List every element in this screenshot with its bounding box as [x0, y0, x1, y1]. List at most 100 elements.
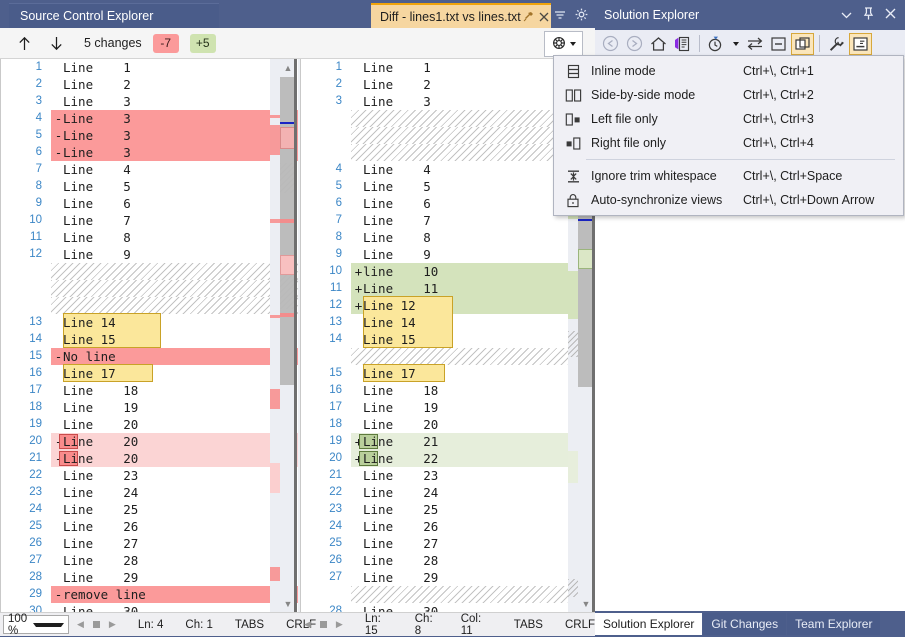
code-row[interactable]: 7Line 4	[1, 161, 298, 178]
menu-item-ignore-trim-whitespace[interactable]: Ignore trim whitespaceCtrl+\, Ctrl+Space	[554, 164, 903, 188]
code-row[interactable]: 20-Line 20	[1, 433, 298, 450]
menu-item-left-file-only[interactable]: Left file onlyCtrl+\, Ctrl+3	[554, 107, 903, 131]
show-all-files-icon[interactable]	[791, 33, 814, 55]
code-row[interactable]: 4-Line 3	[1, 110, 298, 127]
code-row[interactable]: 17Line 19	[301, 399, 596, 416]
code-row[interactable]: 17Line 18	[1, 382, 298, 399]
close-icon[interactable]	[536, 9, 551, 25]
menu-item-inline-mode[interactable]: Inline modeCtrl+\, Ctrl+1	[554, 59, 903, 83]
code-row[interactable]: 30Line 30	[1, 603, 298, 612]
code-row[interactable]: 15-No line	[1, 348, 298, 365]
code-row[interactable]: 5Line 5	[301, 178, 596, 195]
chevron-down-icon[interactable]	[729, 33, 742, 55]
filler-row[interactable]	[1, 263, 298, 280]
se-tab-git-changes[interactable]: Git Changes	[703, 613, 786, 635]
back-icon[interactable]	[599, 33, 622, 55]
code-row[interactable]: 21-Line 20	[1, 450, 298, 467]
code-row[interactable]: 25Line 27	[301, 535, 596, 552]
code-row[interactable]: 2Line 2	[301, 76, 596, 93]
chevron-down-icon[interactable]	[841, 8, 852, 22]
scrollbar-thumb[interactable]	[93, 621, 100, 628]
code-row[interactable]: 6-Line 3	[1, 144, 298, 161]
filler-row[interactable]	[301, 348, 596, 365]
code-row[interactable]: 18Line 20	[301, 416, 596, 433]
pin-icon[interactable]	[863, 7, 874, 23]
code-row[interactable]: 16Line 18	[301, 382, 596, 399]
zoom-level-select[interactable]: 100 %	[3, 615, 69, 634]
code-row[interactable]: 7Line 7	[301, 212, 596, 229]
forward-icon[interactable]	[623, 33, 646, 55]
collapse-all-icon[interactable]	[767, 33, 790, 55]
code-row[interactable]: 26Line 27	[1, 535, 298, 552]
filler-row[interactable]	[301, 586, 596, 603]
code-row[interactable]: 27Line 29	[301, 569, 596, 586]
filler-row[interactable]	[1, 297, 298, 314]
close-icon[interactable]	[885, 8, 896, 22]
code-row[interactable]: 22Line 23	[1, 467, 298, 484]
left-overview-ruler[interactable]: ▲ ▼	[270, 59, 297, 612]
code-row[interactable]: 3Line 3	[1, 93, 298, 110]
code-row[interactable]: 25Line 26	[1, 518, 298, 535]
filler-row[interactable]	[301, 110, 596, 127]
code-row[interactable]: 6Line 6	[301, 195, 596, 212]
gear-icon[interactable]	[575, 8, 588, 23]
se-tab-solution-explorer[interactable]: Solution Explorer	[595, 613, 702, 635]
code-row[interactable]: 5-Line 3	[1, 127, 298, 144]
menu-item-right-file-only[interactable]: Right file onlyCtrl+\, Ctrl+4	[554, 131, 903, 155]
code-row[interactable]: 12Line 9	[1, 246, 298, 263]
code-row[interactable]: 22Line 24	[301, 484, 596, 501]
properties-icon[interactable]	[825, 33, 848, 55]
code-row[interactable]: 9Line 9	[301, 246, 596, 263]
code-row[interactable]: 11Line 8	[1, 229, 298, 246]
arrow-down-icon[interactable]	[44, 31, 68, 55]
code-row[interactable]: 19+Line 21	[301, 433, 596, 450]
diff-pane-right[interactable]: 1Line 12Line 23Line 34Line 45Line 56Line…	[300, 59, 596, 612]
filler-row[interactable]	[1, 280, 298, 297]
code-row[interactable]: 20+Line 22	[301, 450, 596, 467]
code-row[interactable]: 9Line 6	[1, 195, 298, 212]
horizontal-scrollbar-right[interactable]: ◀ ▶	[304, 619, 343, 630]
horizontal-scrollbar-left[interactable]: ◀ ▶	[77, 619, 116, 630]
code-row[interactable]: 21Line 23	[301, 467, 596, 484]
chevron-down-icon[interactable]	[554, 10, 566, 22]
code-row[interactable]: 24Line 25	[1, 501, 298, 518]
scroll-left-icon[interactable]: ◀	[304, 619, 311, 630]
code-row[interactable]: 28Line 29	[1, 569, 298, 586]
code-row[interactable]: 1Line 1	[1, 59, 298, 76]
code-row[interactable]: 11+Line 11	[301, 280, 596, 297]
code-row[interactable]: 23Line 25	[301, 501, 596, 518]
code-row[interactable]: 27Line 28	[1, 552, 298, 569]
menu-item-auto-synchronize-views[interactable]: Auto-synchronize viewsCtrl+\, Ctrl+Down …	[554, 188, 903, 212]
code-row[interactable]: 4Line 4	[301, 161, 596, 178]
code-row[interactable]: 29-remove line	[1, 586, 298, 603]
filler-row[interactable]	[301, 144, 596, 161]
code-row[interactable]: 28Line 30	[301, 603, 596, 612]
home-icon[interactable]	[647, 33, 670, 55]
code-row[interactable]: 15Line 17	[301, 365, 596, 382]
diff-pane-left[interactable]: 1Line 12Line 23Line 34-Line 35-Line 36-L…	[0, 59, 298, 612]
code-row[interactable]: 1Line 1	[301, 59, 596, 76]
tab-diff-lines[interactable]: Diff - lines1.txt vs lines.txt	[371, 3, 551, 28]
scroll-right-icon[interactable]: ▶	[336, 619, 343, 630]
se-tab-team-explorer[interactable]: Team Explorer	[787, 613, 880, 635]
code-row[interactable]: 10Line 7	[1, 212, 298, 229]
pending-changes-icon[interactable]	[705, 33, 728, 55]
code-row[interactable]: 10+line 10	[301, 263, 596, 280]
solution-icon[interactable]	[671, 33, 694, 55]
code-row[interactable]: 2Line 2	[1, 76, 298, 93]
tab-source-control-explorer[interactable]: Source Control Explorer	[9, 3, 219, 28]
code-row[interactable]: 24Line 26	[301, 518, 596, 535]
filler-row[interactable]	[301, 127, 596, 144]
code-row[interactable]: 26Line 28	[301, 552, 596, 569]
code-row[interactable]: 18Line 19	[1, 399, 298, 416]
code-row[interactable]: 8Line 5	[1, 178, 298, 195]
preview-selected-items-icon[interactable]	[849, 33, 872, 55]
diff-settings-button[interactable]	[544, 31, 583, 57]
pin-icon[interactable]	[521, 9, 536, 25]
code-row[interactable]: 23Line 24	[1, 484, 298, 501]
scroll-right-icon[interactable]: ▶	[109, 619, 116, 630]
scrollbar-thumb[interactable]	[320, 621, 327, 628]
arrow-up-icon[interactable]	[12, 31, 36, 55]
scroll-left-icon[interactable]: ◀	[77, 619, 84, 630]
code-row[interactable]: 19Line 20	[1, 416, 298, 433]
